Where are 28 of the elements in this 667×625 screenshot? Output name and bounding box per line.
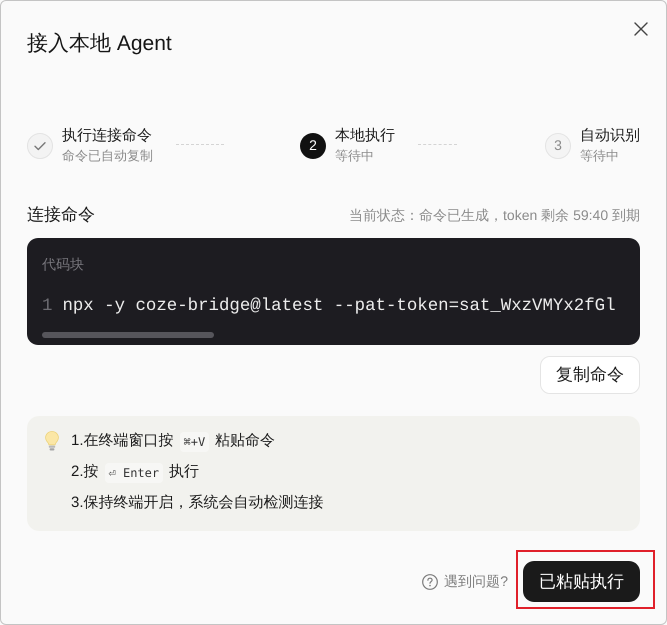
step-number: 3 (545, 132, 571, 158)
section-heading: 连接命令 (27, 204, 95, 226)
tip-text: 执行 (169, 462, 200, 482)
step-title: 自动识别 (580, 126, 640, 146)
scrollbar-thumb[interactable] (42, 332, 214, 338)
status-text: 当前状态：命令已生成，token 剩余 59:40 到期 (349, 206, 640, 225)
help-link[interactable]: 遇到问题? (422, 571, 508, 592)
line-number: 1 (42, 296, 52, 318)
step-subtitle: 等待中 (580, 147, 620, 165)
key-hint: ⌘+V (180, 432, 210, 452)
step-number: 2 (300, 132, 326, 158)
tip-text: 3.保持终端开启，系统会自动检测连接 (71, 493, 324, 514)
step-title: 执行连接命令 (62, 126, 153, 146)
tip-text: 粘贴命令 (215, 431, 276, 452)
code-block-label: 代码块 (42, 255, 84, 274)
dialog-title: 接入本地 Agent (27, 31, 172, 57)
step-subtitle: 等待中 (335, 147, 375, 165)
paste-done-button[interactable]: 已粘贴执行 (523, 561, 640, 602)
help-icon (422, 574, 438, 590)
step-title: 本地执行 (335, 126, 395, 146)
tip-text: 2.按 (71, 462, 99, 482)
close-icon (634, 22, 648, 36)
code-text: npx -y coze-bridge@latest --pat-token=sat_WxzVMYx2fGl (62, 296, 616, 318)
lightbulb-icon (45, 431, 59, 451)
step-subtitle: 命令已自动复制 (62, 147, 153, 165)
copy-button[interactable]: 复制命令 (540, 356, 640, 394)
tip-text: 1.在终端窗口按 (71, 431, 174, 452)
key-hint: ⏎ Enter (104, 462, 164, 482)
